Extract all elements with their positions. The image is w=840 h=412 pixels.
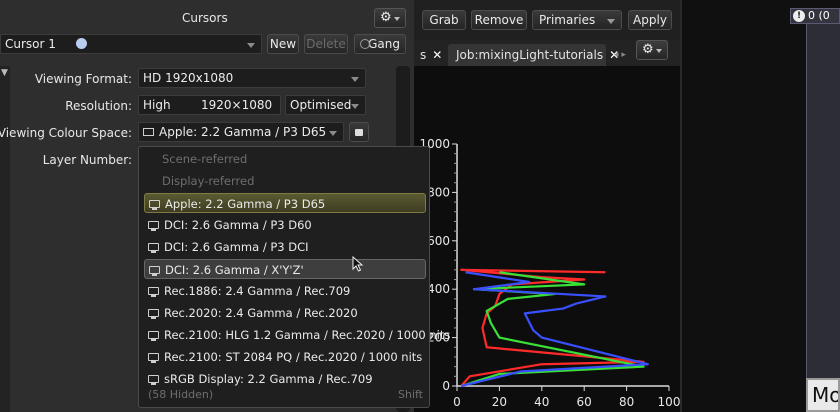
cursors-gear-icon[interactable]: ⚙ bbox=[374, 8, 406, 28]
monitor-icon bbox=[148, 243, 159, 253]
x-tick-label: 80 bbox=[619, 395, 634, 409]
x-tick-label: 0 bbox=[453, 395, 461, 409]
dropdown-option-label: Rec.2100: ST 2084 PQ / Rec.2020 / 1000 n… bbox=[164, 350, 423, 364]
monitor-icon bbox=[148, 375, 159, 385]
primaries-label: Primaries bbox=[539, 13, 596, 27]
cursors-header: Cursors ⚙ bbox=[0, 6, 414, 30]
monitor-icon bbox=[149, 200, 160, 210]
dropdown-option[interactable]: Rec.2100: HLG 1.2 Gamma / Rec.2020 / 100… bbox=[144, 325, 450, 345]
dropdown-option-label: DCI: 2.6 Gamma / P3 DCI bbox=[164, 240, 309, 254]
dropdown-option-hovered[interactable]: DCI: 2.6 Gamma / X'Y'Z' bbox=[144, 259, 426, 279]
resolution-select[interactable]: High 1920×1080 bbox=[138, 95, 281, 115]
dropdown-option[interactable]: Rec.2020: 2.4 Gamma / Rec.2020 bbox=[144, 303, 426, 323]
dropdown-option-selected[interactable]: Apple: 2.2 Gamma / P3 D65 bbox=[144, 193, 426, 213]
resolution-label: Resolution: bbox=[65, 99, 132, 113]
info-readout: ! 0 (0 bbox=[790, 8, 840, 24]
dropdown-option-label: Rec.2100: HLG 1.2 Gamma / Rec.2020 / 100… bbox=[164, 328, 451, 342]
mo-label-box: Mo bbox=[806, 378, 840, 412]
cursor-select-value: Cursor 1 bbox=[5, 37, 56, 51]
viewing-format-select[interactable]: HD 1920x1080 bbox=[138, 68, 366, 88]
shift-hint-label: Shift bbox=[397, 388, 423, 401]
waveform-chart: 020040060080010000 20 40 60 80 100 bbox=[419, 137, 680, 409]
info-icon: ! bbox=[793, 10, 805, 22]
dropdown-option[interactable]: DCI: 2.6 Gamma / P3 D60 bbox=[144, 215, 426, 235]
colour-space-dropdown-list: Scene-referred Display-referred Apple: 2… bbox=[138, 146, 450, 408]
gang-label: Gang bbox=[368, 37, 400, 51]
series-line bbox=[460, 271, 649, 388]
dropdown-option[interactable]: DCI: 2.6 Gamma / P3 DCI bbox=[144, 237, 426, 257]
colour-space-lock-button[interactable] bbox=[349, 122, 369, 142]
apply-button[interactable]: Apply bbox=[628, 10, 672, 30]
tab-job-label: Job:mixingLight-tutorials bbox=[456, 48, 604, 62]
left-scrollbar[interactable]: ▼ bbox=[0, 66, 10, 412]
x-tick-label: 100 bbox=[658, 395, 680, 409]
mouse-pointer-icon bbox=[352, 256, 364, 272]
colour-space-select[interactable]: Apple: 2.2 Gamma / P3 D65 bbox=[138, 122, 344, 142]
monitor-icon bbox=[148, 287, 159, 297]
primaries-select[interactable]: Primaries bbox=[532, 10, 622, 30]
scroll-up-icon[interactable]: ▼ bbox=[1, 68, 8, 78]
close-icon[interactable]: ✕ bbox=[432, 48, 442, 62]
chevron-down-icon bbox=[329, 131, 337, 136]
monitor-icon bbox=[148, 331, 159, 341]
right-side-strip bbox=[806, 8, 840, 412]
tab-gear-icon[interactable]: ⚙ bbox=[636, 40, 668, 60]
y-tick-label: 400 bbox=[427, 282, 450, 296]
partial-tab-label: s bbox=[420, 48, 427, 62]
dropdown-option-label: Rec.2020: 2.4 Gamma / Rec.2020 bbox=[164, 306, 358, 320]
dropdown-option[interactable]: Rec.2100: ST 2084 PQ / Rec.2020 / 1000 n… bbox=[144, 347, 426, 367]
gang-toggle-icon bbox=[360, 39, 370, 49]
dropdown-option-label: DCI: 2.6 Gamma / X'Y'Z' bbox=[165, 263, 304, 277]
resolution-quality: High bbox=[143, 98, 171, 112]
x-tick-label: 40 bbox=[534, 395, 549, 409]
cursors-title: Cursors bbox=[182, 11, 228, 25]
monitor-icon bbox=[148, 309, 159, 319]
tab-scroll-arrows[interactable]: ◂ ▸ bbox=[614, 44, 626, 66]
colour-space-value: Apple: 2.2 Gamma / P3 D65 bbox=[159, 125, 327, 139]
dropdown-option[interactable]: sRGB Display: 2.2 Gamma / Rec.709 bbox=[144, 369, 426, 389]
resolution-mode-value: Optimised bbox=[290, 98, 352, 112]
tab-job[interactable]: Job:mixingLight-tutorials ✕ bbox=[448, 44, 619, 66]
layer-number-label: Layer Number: bbox=[42, 153, 132, 167]
cursor-select[interactable]: Cursor 1 bbox=[0, 34, 262, 54]
y-tick-label: 600 bbox=[427, 234, 450, 248]
dropdown-option: Scene-referred bbox=[162, 152, 248, 166]
remove-button[interactable]: Remove bbox=[471, 10, 527, 30]
x-tick-label: 60 bbox=[577, 395, 592, 409]
monitor-icon bbox=[143, 128, 154, 136]
gang-button[interactable]: Gang bbox=[354, 34, 406, 54]
info-readout-text: 0 (0 bbox=[808, 9, 830, 22]
x-tick-label: 20 bbox=[492, 395, 507, 409]
chevron-down-icon bbox=[607, 19, 615, 24]
dropdown-option-label: Rec.1886: 2.4 Gamma / Rec.709 bbox=[164, 284, 351, 298]
monitor-icon bbox=[148, 221, 159, 231]
dropdown-option-label: sRGB Display: 2.2 Gamma / Rec.709 bbox=[164, 372, 373, 386]
dropdown-option: Display-referred bbox=[162, 174, 255, 188]
viewing-format-label: Viewing Format: bbox=[34, 72, 132, 86]
chevron-down-icon bbox=[247, 43, 255, 48]
lock-icon bbox=[355, 129, 363, 136]
dropdown-option[interactable]: Rec.1886: 2.4 Gamma / Rec.709 bbox=[144, 281, 426, 301]
monitor-icon bbox=[148, 353, 159, 363]
resolution-mode-select[interactable]: Optimised bbox=[285, 95, 366, 115]
y-tick-label: 0 bbox=[442, 379, 450, 393]
cursor-color-swatch bbox=[75, 38, 87, 49]
monitor-icon bbox=[149, 266, 160, 276]
delete-cursor-button[interactable]: Delete bbox=[304, 34, 348, 54]
new-cursor-button[interactable]: New bbox=[267, 34, 299, 54]
dropdown-option-label: Apple: 2.2 Gamma / P3 D65 bbox=[165, 197, 326, 211]
tab-bar: s ✕ Job:mixingLight-tutorials ✕ ◂ ▸ ⚙ bbox=[414, 40, 680, 66]
hidden-count-label: (58 Hidden) bbox=[148, 388, 214, 401]
partial-tab[interactable]: s ✕ bbox=[420, 44, 442, 66]
top-toolbar: Grab Remove Primaries Apply bbox=[414, 0, 680, 40]
colour-space-label: Viewing Colour Space: bbox=[0, 126, 132, 140]
chevron-down-icon bbox=[351, 77, 359, 82]
chevron-down-icon bbox=[351, 104, 359, 109]
dropdown-option-label: DCI: 2.6 Gamma / P3 D60 bbox=[164, 218, 312, 232]
viewing-format-value: HD 1920x1080 bbox=[143, 71, 234, 85]
grab-button[interactable]: Grab bbox=[422, 10, 466, 30]
resolution-value: 1920×1080 bbox=[201, 98, 273, 112]
y-tick-label: 800 bbox=[427, 185, 450, 199]
